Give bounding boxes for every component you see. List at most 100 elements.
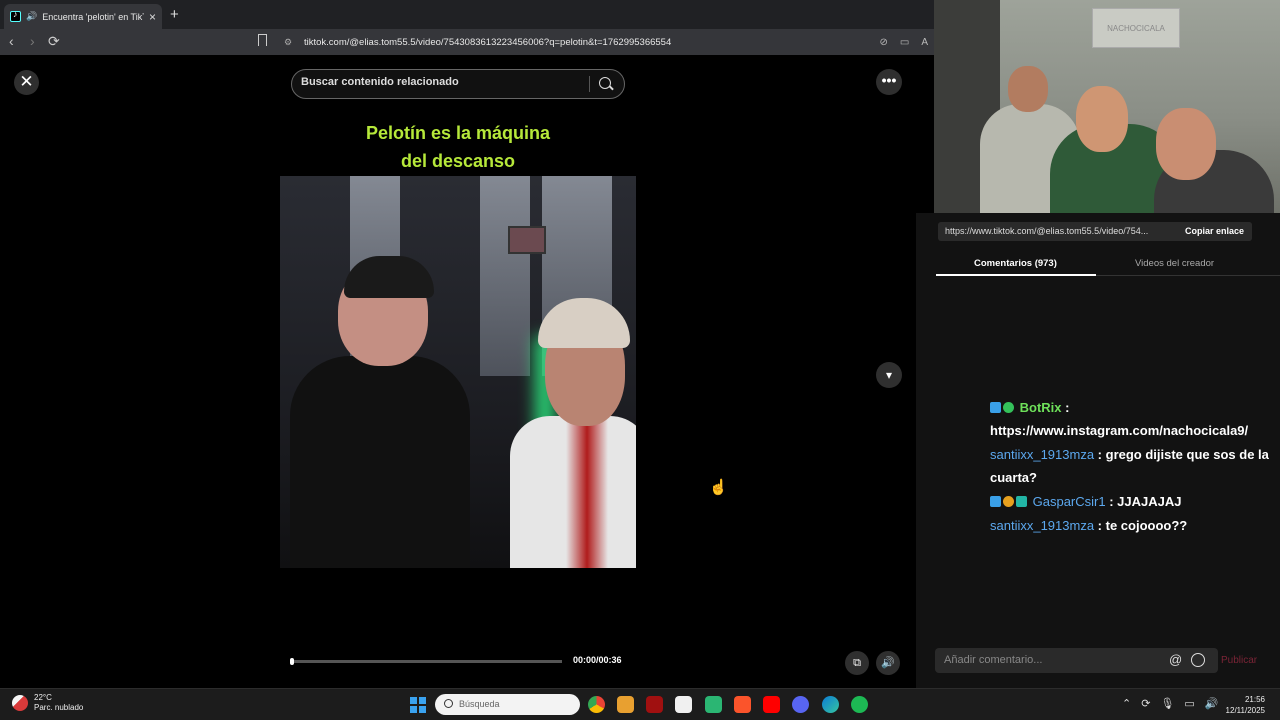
chat-text: te cojoooo?? [1105,518,1188,533]
tab-close-icon[interactable]: × [149,10,156,24]
mail-icon[interactable] [675,696,692,713]
search-icon [444,699,453,708]
start-button[interactable] [410,697,426,713]
sync-icon[interactable]: ⟳ [1141,697,1150,710]
clock-time: 21:56 [1244,695,1265,704]
address-bar[interactable]: ⚙ tiktok.com/@elias.tom55.5/video/754308… [278,31,934,53]
app-icon[interactable] [646,696,663,713]
spotify-icon[interactable] [851,696,868,713]
copy-link-button[interactable]: Copiar enlace [1177,222,1252,241]
floating-player-button[interactable]: ⧉ [845,651,869,675]
volume-icon: 🔊 [881,657,895,669]
person-left [290,356,470,568]
forward-icon[interactable]: › [30,33,35,49]
chat-username: GasparCsir1 [1032,494,1106,509]
taskbar-search[interactable]: Búsqueda [435,694,580,715]
video-time: 00:00/00:36 [573,655,622,665]
chevron-up-icon[interactable]: ⌃ [1122,697,1131,710]
discord-icon[interactable] [792,696,809,713]
tracking-icon[interactable]: ⊘ [879,37,887,48]
chat-text: https://www.instagram.com/nachocicala9/ [990,423,1249,438]
streamer-center-head [1076,86,1128,152]
video-caption-line: del descanso [400,151,516,171]
webcam-overlay: NACHOCICALA [934,0,1280,213]
neon-sign: NACHOCICALA [1092,8,1180,48]
chevron-down-icon: ▾ [885,368,893,382]
next-video-button[interactable]: ▾ [876,362,902,388]
tab-creator-videos[interactable]: Videos del creador [1135,258,1214,269]
weather-desc: Parc. nublado [34,703,84,712]
share-link[interactable]: https://www.tiktok.com/@elias.tom55.5/vi… [945,226,1169,236]
translate-icon[interactable]: A [921,37,928,48]
badge-icon [990,402,1001,413]
audio-playing-icon[interactable]: 🔊 [26,11,37,22]
curtain [480,176,530,376]
clock-date: 12/11/2025 [1225,706,1265,715]
chat-username: BotRix [1019,400,1062,415]
chat-text: JJAJAJAJ [1117,494,1182,509]
browser-toolbar: ‹ › ⟳ ⚙ tiktok.com/@elias.tom55.5/video/… [0,29,934,55]
video-caption: Pelotín es la máquina del descanso [280,119,636,175]
system-clock[interactable]: 21:56 12/11/2025 [1223,694,1265,716]
badge-icon [1016,496,1027,507]
bookmark-icon[interactable] [258,34,267,46]
stream-chat: BotRix : https://www.instagram.com/nacho… [990,396,1280,538]
verified-badge-icon [1003,402,1014,413]
address-url[interactable]: tiktok.com/@elias.tom55.5/video/75430836… [304,37,671,48]
search-input[interactable] [301,76,581,88]
browser-tab[interactable]: 🔊 Encuentra 'pelotin' en TikTok × [4,4,162,29]
youtube-icon[interactable] [763,696,780,713]
site-info-icon[interactable]: ⚙ [284,37,298,48]
badge-icon [990,496,1001,507]
mention-icon[interactable]: @ [1169,652,1182,667]
comment-box[interactable]: @ [935,648,1218,673]
badge-icon [1003,496,1014,507]
screen: 🔊 Encuentra 'pelotin' en TikTok × + ‹ › … [0,0,1280,720]
system-tray: ⌃ ⟳ 🎙 ▭ 🔊 [1122,697,1219,710]
brave-icon[interactable] [734,696,751,713]
volume-icon[interactable]: 🔊 [1205,697,1219,710]
chat-username: santiixx_1913mza [990,518,1095,533]
more-options-button[interactable]: ••• [876,69,902,95]
reload-icon[interactable]: ⟳ [48,33,60,50]
person-right [510,416,636,568]
back-icon[interactable]: ‹ [9,33,14,49]
display-icon[interactable]: ▭ [1184,697,1194,710]
address-bar-actions: ⊘ ▭ A [879,37,928,48]
chat-username: santiixx_1913mza [990,447,1095,462]
file-explorer-icon[interactable] [617,696,634,713]
search-icon[interactable] [599,77,611,89]
video-progress-bar[interactable] [290,658,562,665]
active-tab-indicator [936,274,1096,276]
emoji-icon[interactable] [1191,653,1205,667]
weather-text: 22°C Parc. nublado [34,693,83,713]
weather-icon [12,695,28,711]
chrome-icon[interactable] [588,696,605,713]
tiktok-favicon-icon [10,9,21,22]
microphone-icon[interactable]: 🎙 [1160,697,1174,710]
app-icon[interactable] [705,696,722,713]
tiktok-video-page: ✕ Pelotín es la máquina del descanso 00:… [0,55,934,688]
video-player[interactable]: Pelotín es la máquina del descanso 00:00… [280,55,636,688]
chat-message: BotRix : https://www.instagram.com/nacho… [990,400,1249,438]
progress-knob[interactable] [290,658,294,665]
hand-cursor-icon: ☝ [709,479,728,496]
comments-panel: https://www.tiktok.com/@elias.tom55.5/vi… [916,213,1280,688]
tab-title: Encuentra 'pelotin' en TikTok [42,11,144,22]
publish-button[interactable]: Publicar [1221,655,1257,666]
chat-message: GasparCsir1 : JJAJAJAJ [990,490,1280,513]
new-tab-button[interactable]: + [170,6,179,23]
search-bar[interactable] [291,69,625,99]
chat-message: santiixx_1913mza : grego dijiste que sos… [990,447,1269,485]
video-caption-line: Pelotín es la máquina [365,123,551,143]
cast-icon[interactable]: ▭ [900,37,909,48]
tab-comments[interactable]: Comentarios (973) [974,258,1057,269]
comment-input[interactable] [944,654,1164,666]
streamer-left-head [1008,66,1048,112]
wall-poster [508,226,546,254]
weather-widget[interactable]: 22°C Parc. nublado [12,693,83,713]
pip-icon: ⧉ [853,657,861,669]
volume-button[interactable]: 🔊 [876,651,900,675]
edge-icon[interactable] [822,696,839,713]
close-button[interactable]: ✕ [14,70,39,95]
